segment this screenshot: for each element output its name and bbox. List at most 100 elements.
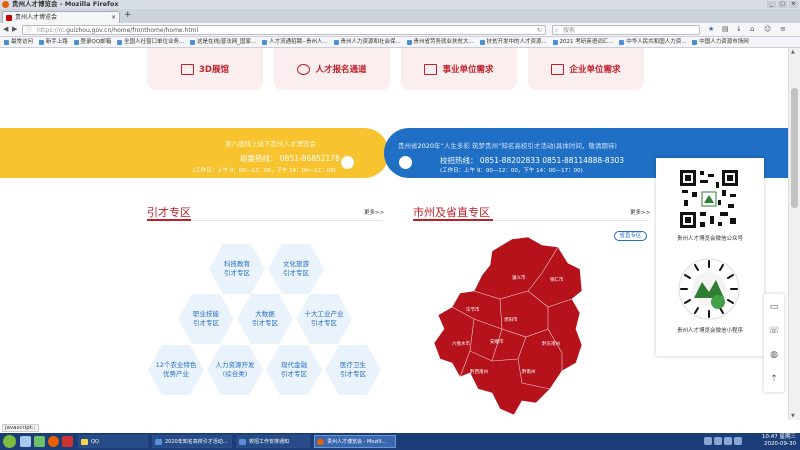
tile-public-institution[interactable]: 事业单位需求 <box>401 48 517 90</box>
hex-science-education[interactable]: 科技教育 引才专区 <box>209 244 265 294</box>
expo-banner[interactable]: 第八届线上线下贵州人才博览会 组委热线： 0851-86852178 (工作日：… <box>0 128 389 178</box>
back-icon[interactable]: ◀ <box>3 25 8 33</box>
taskbar-item-notice[interactable]: 校招工作安排通知 <box>236 435 310 448</box>
download-icon[interactable]: ↓ <box>736 25 742 33</box>
bookmark-item[interactable]: 登录QQ邮箱 <box>73 37 111 47</box>
page-scrollbar[interactable]: ▲ ▼ <box>788 48 800 420</box>
campus-hotline: 校招热线： 0851-88202833 0851-88114888-8303 <box>440 156 624 165</box>
tray-update-icon[interactable] <box>734 437 742 445</box>
campus-title-post: 年“人生多彩 筑梦贵州”知名高校引才活动(具体时间，敬请期待) <box>434 142 617 150</box>
guizhou-map[interactable]: 遵义市 铜仁市 毕节市 贵阳市 安顺市 黔东南州 六盘水市 黔西南州 黔南州 <box>430 233 605 421</box>
hex-healthcare[interactable]: 医疗卫生 引才专区 <box>325 345 381 395</box>
banner-hotline: 组委热线： 0851-86852178 <box>240 154 340 163</box>
start-menu-icon[interactable] <box>3 435 16 448</box>
bookmark-star-icon[interactable]: ★ <box>708 25 714 33</box>
minimize-button[interactable]: _ <box>767 1 776 8</box>
file-manager-icon[interactable] <box>20 436 31 447</box>
address-bar[interactable]: ⓘ https://rc.guizhou.gov.cn/home/frontho… <box>22 25 546 35</box>
map-label-qiannan[interactable]: 黔南州 <box>522 368 536 375</box>
home-icon[interactable]: ⌂ <box>750 25 754 33</box>
taskbar-item-document[interactable]: 2020年知名高校引才活动... <box>152 435 232 448</box>
map-label-qiandongnan[interactable]: 黔东南州 <box>542 340 560 347</box>
bookmark-item[interactable]: 贵州人力资源和社会保... <box>333 37 401 47</box>
library-icon[interactable]: ▤ <box>722 25 729 33</box>
map-label-tongren[interactable]: 铜仁市 <box>550 276 564 283</box>
new-tab-button[interactable]: + <box>124 10 132 20</box>
site-favicon-icon <box>6 15 12 21</box>
tab-bar: 贵州人才博览会 × + <box>0 9 800 23</box>
campus-title-year: 2020 <box>417 142 435 150</box>
qr-code-panel: 贵州人才博览会微信公众号 贵州人才博览会微信小程序 <box>656 158 764 356</box>
bookmark-item[interactable]: 人才流通招聘--贵州人... <box>262 37 328 47</box>
back-to-top-icon[interactable]: ⇡ <box>768 374 780 386</box>
bookmark-item[interactable]: 贵州省劳务就业扶贫大... <box>406 37 474 47</box>
hex-hr-development[interactable]: 人力资源开发 (综合类) <box>207 345 263 395</box>
campus-title-pre: 贵州省 <box>398 142 418 150</box>
taskbar-item-qq[interactable]: QQ <box>78 435 148 448</box>
wechat-icon[interactable]: ◍ <box>768 350 780 362</box>
bookmark-item[interactable]: 新手上路 <box>38 37 68 47</box>
scrollbar-thumb[interactable] <box>791 88 798 208</box>
hex-agriculture[interactable]: 12个农业特色 优势产业 <box>148 345 204 395</box>
media-icon[interactable] <box>62 436 73 447</box>
bookmark-item[interactable]: 2021 考研英语词汇... <box>552 37 614 47</box>
hex-vocational-skills[interactable]: 职业技能 引才专区 <box>178 294 234 344</box>
site-info-icon[interactable]: ⓘ <box>26 26 32 35</box>
tab-close-icon[interactable]: × <box>111 12 116 23</box>
more-link[interactable]: 更多>> <box>364 208 384 216</box>
bookmark-item[interactable]: 这是在线|普法网_国家... <box>189 37 256 47</box>
tile-3d-hall[interactable]: 3D展馆 <box>147 48 263 90</box>
forward-icon[interactable]: ▶ <box>12 25 17 33</box>
tray-network-icon[interactable] <box>714 437 722 445</box>
tray-volume-icon[interactable] <box>704 437 712 445</box>
tray-input-icon[interactable] <box>724 437 732 445</box>
hex-culture-tourism[interactable]: 文化旅游 引才专区 <box>268 244 324 294</box>
hex-label: 现代金融 引才专区 <box>281 361 307 378</box>
map-label-liupanshui[interactable]: 六盘水市 <box>452 340 470 347</box>
menu-icon[interactable]: ≡ <box>780 25 786 33</box>
map-label-guiyang[interactable]: 贵阳市 <box>504 316 518 323</box>
taskbar-item-firefox[interactable]: 贵州人才博览会 - Mozill... <box>314 435 396 448</box>
message-icon[interactable]: ▭ <box>768 302 780 314</box>
provincial-zone-button[interactable]: 省直专区 <box>614 231 647 241</box>
phone-icon[interactable]: ☏ <box>768 326 780 338</box>
reload-icon[interactable]: ↻ <box>537 26 542 35</box>
hex-big-data[interactable]: 大数据 引才专区 <box>237 294 293 344</box>
office-building-icon <box>551 63 565 75</box>
chat-icon[interactable]: ☺ <box>764 25 771 33</box>
hex-label: 文化旅游 引才专区 <box>283 260 309 277</box>
map-label-zunyi[interactable]: 遵义市 <box>512 274 526 281</box>
url-scheme: https://rc. <box>37 27 67 34</box>
map-label-anshun[interactable]: 安顺市 <box>490 338 504 345</box>
bookmark-item[interactable]: 中国人力资源市场网 <box>692 37 749 47</box>
bookmark-item[interactable]: 中华人民共和国人力资... <box>619 37 687 47</box>
more-link[interactable]: 更多>> <box>630 208 650 216</box>
search-box[interactable]: ⌕ 搜索 <box>552 25 700 35</box>
bookmark-item[interactable]: 扶贫开发中的人才资源... <box>479 37 547 47</box>
bookmark-item[interactable]: 全国人社窗口单位业务... <box>116 37 184 47</box>
hex-ten-industries[interactable]: 十大工业产业 引才专区 <box>296 294 352 344</box>
scroll-up-icon[interactable]: ▲ <box>791 49 795 55</box>
search-placeholder: 搜索 <box>563 27 576 34</box>
section-divider <box>147 219 383 221</box>
app-launcher-icon[interactable] <box>34 436 45 447</box>
hex-modern-finance[interactable]: 现代金融 引才专区 <box>266 345 322 395</box>
map-label-bijie[interactable]: 毕节市 <box>466 306 480 313</box>
tile-talent-registration[interactable]: 人才报名通道 <box>274 48 390 90</box>
taskbar-clock[interactable]: 10:47 星期三 2020-09-30 <box>762 434 796 448</box>
wechat-mini-program-code <box>678 258 740 320</box>
qq-icon <box>81 439 88 445</box>
window-title: 贵州人才博览会 - Mozilla Firefox <box>12 0 119 8</box>
bookmark-item[interactable]: 最常访问 <box>4 37 33 47</box>
maximize-button[interactable]: □ <box>778 1 787 8</box>
firefox-taskbar-icon[interactable] <box>48 436 59 447</box>
banner-title: 第八届线上线下贵州人才博览会 <box>225 140 316 148</box>
scroll-down-icon[interactable]: ▼ <box>791 413 795 419</box>
firefox-icon <box>2 1 9 8</box>
tile-enterprise[interactable]: 企业单位需求 <box>528 48 644 90</box>
quick-entry-tiles: 3D展馆 人才报名通道 事业单位需求 企业单位需求 <box>147 48 647 90</box>
browser-tab[interactable]: 贵州人才博览会 × <box>2 11 120 23</box>
map-label-qianxinan[interactable]: 黔西南州 <box>470 368 488 375</box>
close-button[interactable]: × <box>789 1 798 8</box>
taskbar-item-label: QQ <box>91 439 99 445</box>
